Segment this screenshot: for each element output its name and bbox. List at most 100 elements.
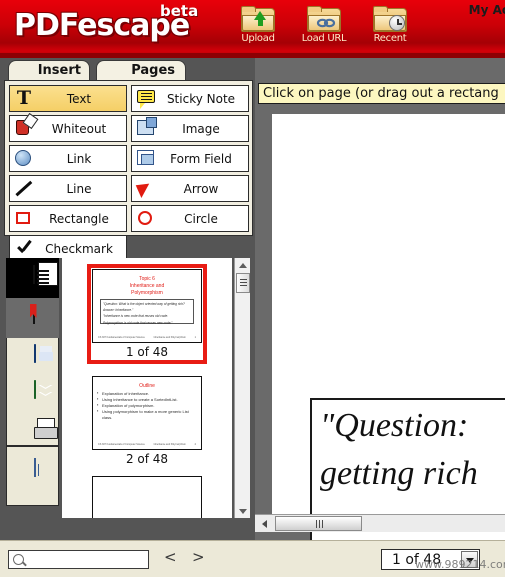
tool-image[interactable]: Image (131, 115, 249, 142)
thumbnail-list[interactable]: Topic 6 Inheritance and Polymorphism "Ques… (62, 258, 232, 518)
insert-tool-panel: T Text Sticky Note Whiteout Image Link F… (4, 80, 253, 262)
recent-label: Recent (373, 33, 407, 44)
tool-arrow-label: Arrow (183, 181, 219, 196)
upload-button[interactable]: Upload (232, 6, 284, 44)
thumbnail-page-2[interactable]: Outline Explanation of inheritance. Usin… (62, 376, 232, 476)
slide-title: Topic 6 Inheritance and Polymorphism (129, 276, 165, 296)
page-indicator-label: 1 of 48 (392, 552, 442, 568)
thumbnail-label: 2 of 48 (125, 452, 169, 466)
slide-footer: CS 307 Fundamentals of Computer Science … (98, 443, 196, 446)
scrollbar-thumb[interactable] (236, 273, 250, 293)
whiteout-icon (10, 116, 38, 141)
green-download-icon (33, 380, 36, 399)
document-view: Click on page (or drag out a rectang "Qu… (255, 58, 505, 548)
tool-circle[interactable]: Circle (131, 205, 249, 232)
slide-footer-right: Inheritance and Polymorphism (153, 443, 186, 446)
pdfescape-app: PDFescape beta Upload Load URL Recent My… (0, 0, 505, 577)
slide-bullet: Using polymorphism to make a more generi… (97, 408, 196, 421)
tool-form-field[interactable]: Form Field (131, 145, 249, 172)
tool-line-label: Line (66, 181, 92, 196)
tab-pages[interactable]: Pages (96, 60, 186, 80)
tool-grid: T Text Sticky Note Whiteout Image Link F… (9, 85, 250, 262)
tool-checkmark-label: Checkmark (45, 241, 113, 256)
panel-tabs: Insert Pages (0, 58, 255, 80)
slide-quote-line-1: "Question: What is the object oriented w… (103, 302, 185, 306)
slide-title: Outline (139, 383, 155, 389)
tool-form-field-label: Form Field (170, 151, 232, 166)
tool-sticky-note[interactable]: Sticky Note (131, 85, 249, 112)
page-text-line-1: "Question: (320, 407, 469, 444)
arrow-icon (132, 176, 160, 201)
beta-badge: beta (160, 2, 199, 20)
left-panel: Insert Pages T Text Sticky Note Whiteout (0, 58, 255, 540)
link-icon (10, 146, 38, 171)
tool-whiteout[interactable]: Whiteout (9, 115, 127, 142)
bottom-toolbar: < > 1 of 48 (0, 540, 505, 577)
sidebar-item-pages[interactable] (6, 258, 59, 298)
upload-label: Upload (241, 33, 275, 44)
tool-link[interactable]: Link (9, 145, 127, 172)
slide-quote-line-4: Polymorphism is old code that reuses new… (103, 320, 173, 325)
floppy-save-icon (33, 344, 36, 363)
next-page-button[interactable]: > (192, 548, 205, 566)
text-icon: T (16, 87, 32, 109)
folder-upload-icon (241, 6, 275, 32)
tool-line[interactable]: Line (9, 175, 127, 202)
thumbnail-selection-frame: Topic 6 Inheritance and Polymorphism "Ques… (87, 264, 207, 364)
slide-footer: CS 307 Fundamentals of Computer Science … (98, 336, 196, 339)
tool-text[interactable]: T Text (9, 85, 127, 112)
folder-clock-icon (373, 6, 407, 32)
print-button[interactable] (7, 410, 60, 446)
form-tools-group (6, 446, 59, 506)
tab-insert[interactable]: Insert (8, 60, 90, 80)
tool-circle-label: Circle (184, 211, 218, 226)
load-url-button[interactable]: Load URL (298, 6, 350, 44)
line-icon (10, 176, 38, 201)
recent-button[interactable]: Recent (364, 6, 416, 44)
tool-arrow[interactable]: Arrow (131, 175, 249, 202)
thumbnail-scrollbar[interactable] (234, 258, 250, 518)
tool-whiteout-label: Whiteout (51, 121, 107, 136)
form-fields-button[interactable] (7, 447, 60, 483)
thumbnail-area: Topic 6 Inheritance and Polymorphism "Ques… (0, 258, 255, 540)
tool-sticky-note-label: Sticky Note (166, 91, 236, 106)
circle-icon (132, 206, 160, 231)
app-header: PDFescape beta Upload Load URL Recent My… (0, 0, 505, 58)
header-toolbar: Upload Load URL Recent (232, 6, 416, 44)
tool-rectangle[interactable]: Rectangle (9, 205, 127, 232)
horizontal-scrollbar[interactable] (255, 514, 505, 532)
search-box[interactable] (8, 550, 149, 569)
slide-bullet-list: Explanation of inheritance. Using inheri… (93, 390, 201, 421)
thumbnail-label: 1 of 48 (125, 345, 169, 359)
search-input[interactable] (29, 552, 146, 567)
form-field-icon (33, 458, 36, 477)
scroll-down-icon[interactable] (235, 504, 251, 518)
slide-preview: Outline Explanation of inheritance. Usin… (92, 376, 202, 450)
search-icon (13, 554, 24, 565)
sidebar-item-bookmarks[interactable] (6, 298, 59, 338)
slide-quote-box: "Question: What is the object oriented w… (100, 299, 194, 325)
slide-quote-line-2: Answer: Inheritance." (103, 308, 134, 313)
bookmark-document-icon (32, 305, 35, 324)
side-icon-rail (6, 258, 59, 518)
save-button[interactable] (7, 338, 60, 374)
chevron-down-icon[interactable] (461, 551, 478, 568)
hscrollbar-thumb[interactable] (275, 516, 362, 531)
document-actions-group (6, 338, 59, 446)
page-selector-dropdown[interactable]: 1 of 48 (381, 549, 480, 570)
slide-footer-left: CS 307 Fundamentals of Computer Science (98, 443, 145, 446)
slide-footer-left: CS 307 Fundamentals of Computer Science (98, 336, 145, 339)
scroll-up-icon[interactable] (235, 258, 251, 272)
form-field-icon (132, 146, 160, 171)
load-url-label: Load URL (301, 33, 347, 44)
logo-pdf-text: PDF (14, 8, 78, 43)
pages-icon (32, 265, 49, 284)
thumbnail-page-3[interactable] (62, 476, 232, 518)
tool-text-label: Text (66, 91, 92, 106)
thumbnail-page-1[interactable]: Topic 6 Inheritance and Polymorphism "Ques… (62, 264, 232, 364)
download-button[interactable] (7, 374, 60, 410)
slide-footer-page: 1 (194, 336, 196, 339)
my-account-link[interactable]: My Ac (469, 3, 505, 17)
previous-page-button[interactable]: < (164, 548, 177, 566)
scroll-left-icon[interactable] (257, 516, 272, 531)
